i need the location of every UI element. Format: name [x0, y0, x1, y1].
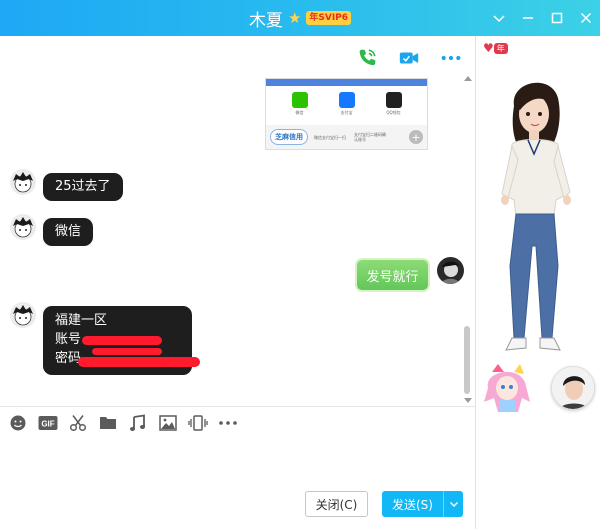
voice-call-button[interactable] — [355, 46, 379, 70]
chat-header-tools — [355, 46, 463, 70]
maximize-button[interactable] — [542, 0, 571, 36]
phone-call-icon — [359, 49, 376, 66]
character-show-icon — [501, 82, 571, 351]
folder-icon — [100, 417, 116, 429]
scroll-down-arrow-icon[interactable] — [464, 398, 472, 403]
gif-button[interactable]: GIF — [38, 413, 58, 433]
contact-avatar[interactable] — [10, 302, 36, 328]
emoji-icon — [10, 415, 26, 431]
image-hint-1: 微信支付宝扫一扫 — [314, 134, 346, 140]
more-options-button[interactable] — [439, 46, 463, 70]
chevron-down-icon — [492, 15, 505, 23]
input-divider — [0, 406, 475, 407]
anime-avatar-icon — [13, 172, 33, 193]
image-icon — [159, 415, 177, 431]
window-controls — [484, 0, 600, 36]
video-call-icon — [399, 52, 419, 64]
close-window-button[interactable] — [571, 0, 600, 36]
chevron-down-icon — [449, 502, 458, 507]
star-icon: ★ — [287, 9, 302, 27]
heart-icon: ♥ — [483, 41, 494, 55]
music-button[interactable] — [128, 413, 148, 433]
user-photo-icon — [552, 367, 594, 409]
anime-avatar-icon — [13, 305, 33, 326]
self-avatar-icon — [441, 261, 460, 284]
cartoon-pet-icon — [484, 364, 530, 412]
send-main[interactable]: 发送(S) — [382, 491, 443, 517]
message-input[interactable] — [0, 440, 475, 480]
title-bar: 木夏 ★ 年SVIP6 — [0, 0, 600, 36]
more-icon — [441, 55, 461, 61]
payment-apps: 微信 支付宝 QQ钱包 — [266, 86, 427, 116]
side-panel: ♥ 年 — [475, 36, 600, 529]
alipay-icon — [338, 92, 355, 108]
send-options-button[interactable] — [443, 491, 463, 517]
contact-side-avatar[interactable] — [551, 366, 595, 410]
plus-icon: + — [409, 130, 423, 144]
message-bubble[interactable]: 25过去了 — [43, 173, 123, 201]
message-bubble[interactable]: 微信 — [43, 218, 94, 246]
scroll-thumb[interactable] — [464, 326, 470, 394]
wechat-app: 微信 — [291, 92, 308, 116]
zhima-credit-badge: 芝麻信用 — [270, 129, 308, 145]
close-button[interactable]: 关闭(C) — [305, 491, 368, 517]
shake-window-icon — [188, 415, 208, 431]
qq-icon — [385, 92, 402, 108]
screenshot-button[interactable] — [68, 413, 88, 433]
maximize-icon — [551, 12, 562, 24]
music-icon — [130, 414, 145, 431]
image-bottom-bar: 芝麻信用 微信支付宝扫一扫 支付宝扫二维码确认账号 + — [266, 125, 427, 149]
gif-icon: GIF — [38, 416, 58, 430]
scroll-up-arrow-icon[interactable] — [464, 76, 472, 81]
minimize-icon — [522, 17, 533, 19]
scissors-icon — [69, 415, 87, 432]
chat-area: 微信 支付宝 QQ钱包 芝麻信用 微信支付宝扫一扫 支付宝扫二维码确认账号 + … — [0, 36, 475, 406]
vip-badge: 年SVIP6 — [306, 11, 352, 25]
shake-button[interactable] — [188, 413, 208, 433]
contact-avatar[interactable] — [10, 214, 36, 240]
contact-avatar[interactable] — [10, 169, 36, 195]
anime-avatar-icon — [13, 217, 33, 238]
contact-name: 木夏 — [248, 10, 283, 31]
image-button[interactable] — [158, 413, 178, 433]
emoji-button[interactable] — [8, 413, 28, 433]
video-call-button[interactable] — [397, 46, 421, 70]
redaction-mark — [92, 348, 162, 355]
dropdown-button[interactable] — [484, 0, 513, 36]
wechat-icon — [291, 92, 308, 108]
image-hint-2: 支付宝扫二维码确认账号 — [354, 132, 386, 142]
redaction-mark — [78, 357, 200, 367]
close-icon — [580, 12, 591, 24]
alipay-app: 支付宝 — [338, 92, 355, 116]
self-avatar[interactable] — [437, 257, 464, 284]
self-message-bubble[interactable]: 发号就行 — [357, 260, 428, 290]
year-badge: ♥ 年 — [483, 41, 508, 55]
message-line: 福建一区 — [55, 313, 108, 328]
more-dots-icon — [219, 421, 237, 425]
image-message[interactable]: 微信 支付宝 QQ钱包 芝麻信用 微信支付宝扫一扫 支付宝扫二维码确认账号 + — [265, 78, 428, 150]
minimize-button[interactable] — [513, 0, 542, 36]
image-top-band — [266, 79, 427, 86]
input-toolbar: GIF — [8, 413, 238, 433]
redaction-mark — [82, 336, 162, 345]
qq-wallet-app: QQ钱包 — [385, 92, 402, 116]
more-tools-button[interactable] — [218, 413, 238, 433]
message-scrollbar[interactable] — [462, 76, 472, 403]
svg-text:GIF: GIF — [41, 420, 54, 429]
send-button[interactable]: 发送(S) — [382, 491, 463, 517]
file-button[interactable] — [98, 413, 118, 433]
